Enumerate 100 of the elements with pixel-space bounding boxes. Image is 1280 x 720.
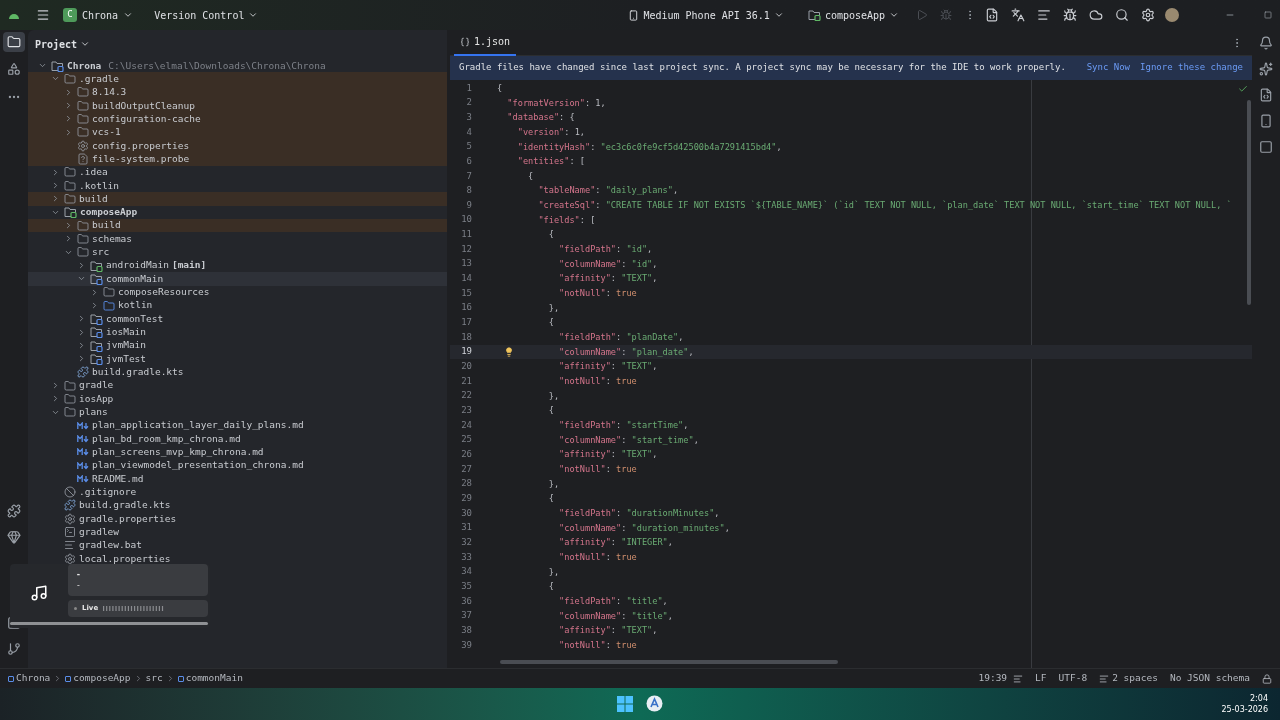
indent-setting[interactable]: 2 spaces bbox=[1099, 671, 1158, 686]
markdown-icon bbox=[77, 474, 89, 483]
vertical-scrollbar[interactable] bbox=[1247, 100, 1251, 305]
tree-item[interactable]: plan_bd_room_kmp_chrona.md bbox=[28, 432, 447, 446]
breadcrumb[interactable]: src bbox=[145, 671, 163, 686]
tree-item[interactable]: configuration-cache bbox=[28, 112, 447, 126]
taskbar-clock[interactable]: 2:04 25-03-2026 bbox=[1221, 693, 1268, 715]
code-line: "database": { bbox=[507, 111, 575, 125]
line-number: 18 bbox=[460, 330, 472, 344]
line-number: 25 bbox=[460, 433, 472, 447]
tree-item[interactable]: gradlew bbox=[28, 525, 447, 539]
check-icon bbox=[1238, 84, 1248, 94]
code-line: }, bbox=[548, 477, 560, 491]
breadcrumb[interactable]: composeApp bbox=[65, 671, 131, 686]
line-number: 6 bbox=[465, 154, 472, 168]
folder-icon[interactable] bbox=[3, 32, 25, 52]
chevron-down-icon bbox=[248, 10, 259, 20]
code-line: "columnName": "title", bbox=[559, 609, 673, 623]
line-number: 23 bbox=[460, 404, 472, 417]
chevron-right-icon[interactable] bbox=[77, 261, 86, 271]
code-line: { bbox=[548, 404, 554, 418]
tree-item[interactable]: commonTest bbox=[28, 312, 447, 326]
tree-item[interactable]: plans bbox=[28, 405, 447, 419]
banner-link[interactable]: Ignore these change bbox=[1140, 61, 1243, 75]
tree-item[interactable]: gradlew.bat bbox=[28, 538, 447, 553]
horizontal-scrollbar[interactable] bbox=[500, 660, 838, 664]
module-folder-icon bbox=[90, 352, 103, 365]
tree-item[interactable]: Chrona C:\Users\elmal\Downloads\Chrona\Chrona bbox=[28, 59, 447, 73]
tree-item[interactable]: .idea bbox=[28, 165, 447, 179]
lines-icon[interactable] bbox=[1013, 673, 1024, 684]
tree-item[interactable]: README.md bbox=[28, 472, 447, 486]
tree-item[interactable]: gradle bbox=[28, 378, 447, 393]
line-number: 12 bbox=[460, 242, 472, 256]
gradle-file-icon bbox=[64, 499, 76, 512]
breadcrumb[interactable]: Chrona bbox=[8, 671, 51, 686]
tree-item[interactable]: androidMain [main] bbox=[28, 258, 447, 273]
lock-icon[interactable] bbox=[1262, 673, 1272, 684]
module-icon bbox=[65, 675, 72, 682]
banner-message: Gradle files have changed since last project sync. A project sync may be necessary for the IDE to work properly. bbox=[459, 61, 1066, 75]
run-config-selector[interactable]: composeApp bbox=[807, 7, 900, 23]
code-line: { bbox=[548, 492, 554, 506]
module-icon bbox=[177, 675, 184, 682]
tree-item[interactable]: plan_screens_mvp_kmp_chrona.md bbox=[28, 445, 447, 459]
windows-logo-icon[interactable] bbox=[617, 695, 633, 712]
folder-icon bbox=[77, 86, 89, 99]
avatar[interactable] bbox=[1165, 8, 1180, 22]
tree-item[interactable]: build.gradle.kts bbox=[28, 365, 447, 379]
line-number: 36 bbox=[460, 594, 472, 608]
code-line: "columnName": "duration_minutes", bbox=[559, 521, 730, 535]
code-line: "fields": [ bbox=[538, 213, 596, 227]
tree-item[interactable]: iosApp bbox=[28, 392, 447, 406]
breadcrumb[interactable]: commonMain bbox=[177, 671, 243, 686]
tree-item[interactable]: build bbox=[28, 192, 447, 206]
line-number: 16 bbox=[460, 301, 472, 315]
code-line: "fieldPath": "startTime", bbox=[559, 418, 689, 432]
code-line: { bbox=[548, 228, 554, 242]
line-number: 9 bbox=[465, 198, 472, 212]
tree-item[interactable]: composeResources bbox=[28, 285, 447, 299]
module-icon bbox=[8, 675, 14, 682]
tree-item[interactable]: gradle.properties bbox=[28, 512, 447, 526]
banner-link[interactable]: Sync Now bbox=[1086, 61, 1131, 75]
tree-item[interactable]: build.gradle.kts bbox=[28, 498, 447, 513]
tree-item[interactable]: src bbox=[28, 245, 447, 259]
project-view-selector[interactable]: Project bbox=[35, 36, 91, 52]
json-schema[interactable]: No JSON schema bbox=[1169, 671, 1250, 686]
tree-item[interactable]: plan_application_layer_daily_plans.md bbox=[28, 418, 447, 433]
line-separator[interactable]: LF bbox=[1035, 671, 1047, 686]
project-switcher[interactable]: C Chrona bbox=[60, 7, 137, 23]
code-line: "affinity": "TEXT", bbox=[559, 624, 658, 638]
folder-icon bbox=[64, 73, 76, 85]
line-number: 13 bbox=[460, 257, 472, 271]
tree-item[interactable]: file-system.probe bbox=[28, 152, 447, 166]
folder-icon bbox=[64, 166, 76, 179]
file-encoding[interactable]: UTF-8 bbox=[1058, 671, 1088, 686]
tree-item[interactable]: .kotlin bbox=[28, 178, 447, 193]
code-line: "affinity": "TEXT", bbox=[559, 360, 658, 374]
module-folder-icon bbox=[90, 259, 103, 272]
tree-item[interactable]: kotlin bbox=[28, 298, 447, 313]
tree-item[interactable]: commonMain bbox=[28, 272, 447, 286]
tree-item[interactable]: jvmTest bbox=[28, 352, 447, 366]
tree-item[interactable]: .gradle bbox=[28, 72, 447, 86]
tree-item[interactable]: iosMain bbox=[28, 325, 447, 339]
tree-item[interactable]: plan_viewmodel_presentation_chrona.md bbox=[28, 458, 447, 473]
caret-position[interactable]: 19:39 bbox=[978, 671, 1008, 686]
module-folder-icon bbox=[51, 59, 64, 72]
device-selector[interactable]: Medium Phone API 36.1 bbox=[628, 7, 784, 23]
tree-item[interactable]: .gitignore bbox=[28, 485, 447, 499]
tree-item[interactable]: build bbox=[28, 218, 447, 233]
code-line: "version": 1, bbox=[517, 125, 585, 139]
tree-item[interactable]: jvmMain bbox=[28, 338, 447, 353]
code-line: }, bbox=[548, 565, 560, 579]
line-number: 30 bbox=[460, 506, 472, 520]
tree-item[interactable]: composeApp bbox=[28, 205, 447, 219]
lightbulb-icon[interactable] bbox=[504, 347, 514, 358]
project-badge: C bbox=[63, 8, 77, 22]
app-icon[interactable] bbox=[646, 695, 663, 712]
tree-item[interactable]: local.properties bbox=[28, 552, 447, 566]
tree-item[interactable]: schemas bbox=[28, 232, 447, 246]
vcs-menu[interactable]: Version Control bbox=[154, 7, 259, 23]
chevron-down-icon bbox=[123, 10, 134, 20]
